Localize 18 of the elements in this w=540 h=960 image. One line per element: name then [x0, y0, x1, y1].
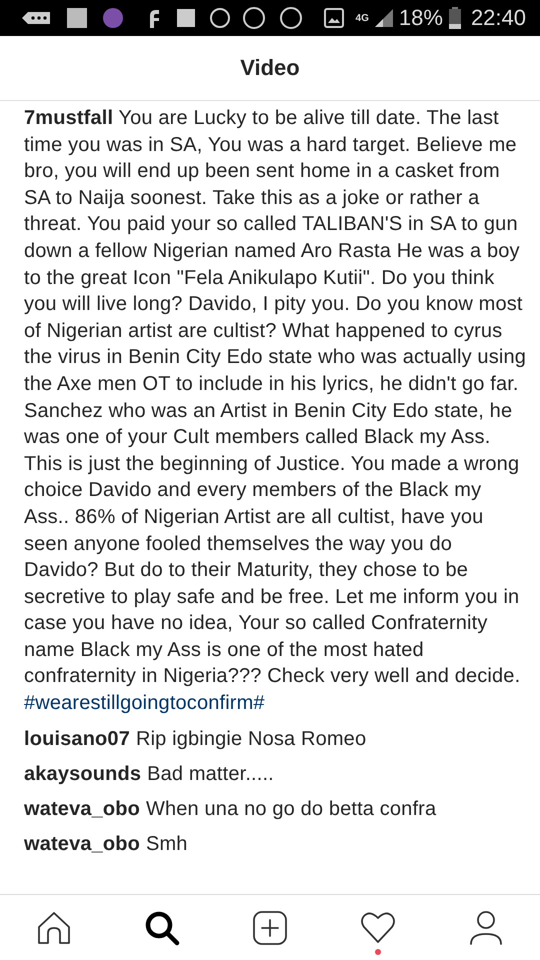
comment-username[interactable]: akaysounds [24, 762, 142, 785]
hashtag-link[interactable]: #wearestillgoingtoconfirm# [24, 690, 526, 717]
comment-text: Bad matter..... [147, 762, 274, 785]
gallery-icon [324, 8, 344, 28]
signal-icon [374, 9, 393, 27]
clock: 22:40 [470, 5, 526, 31]
comment-text: Rip igbingie Nosa Romeo [136, 728, 366, 750]
page-title: Video [240, 55, 300, 81]
comment-username[interactable]: louisano07 [24, 728, 130, 750]
comment-text: Smh [146, 832, 188, 855]
heart-icon[interactable] [360, 910, 396, 956]
caption-text: 7mustfall You are Lucky to be alive till date. The last time you was in SA, You was a hard target. Believe me bro, you will end up been sent home in a casket from SA to Naija soonest. Take this as a joke or rather a threat. You paid your so called TALIBAN'S in SA to gun down a fellow Nigerian named Aro Rasta He was a boy to the great Icon "Fela Anikulapo Kutii". Do you think you will live long? Davido, I pity you. Do you know most of Nigerian artist are cultist? What happened to cyrus the virus in Benin City Edo state who was actually using the Axe men OT to include in his lyrics, he didn't go far. Sanchez who was an Artist in Benin City Edo state, he was one of your Cult members called Black my Ass. This is just the beginning of Justice. You made a wrong choice Davido and every members of the Black my Ass.. 86% of Nigerian Artist are all cultist, have you seen anyone fooled themselves the way you do Davido? But do to their Maturity, they chose to be secretive to play safe and be free. Let me inform you in case you have no idea, Your so called Confraternity name Black my Ass is one of the most hated confraternity in Nigeria??? Check very well and decide. [24, 106, 526, 690]
battery-icon [448, 7, 461, 29]
network-type: 4G [356, 12, 369, 24]
comment-username[interactable]: wateva_obo [24, 832, 140, 855]
comment-text: When una no go do betta confra [146, 798, 436, 820]
comment-username[interactable]: wateva_obo [24, 798, 140, 820]
battery-percent: 18% [398, 5, 443, 31]
